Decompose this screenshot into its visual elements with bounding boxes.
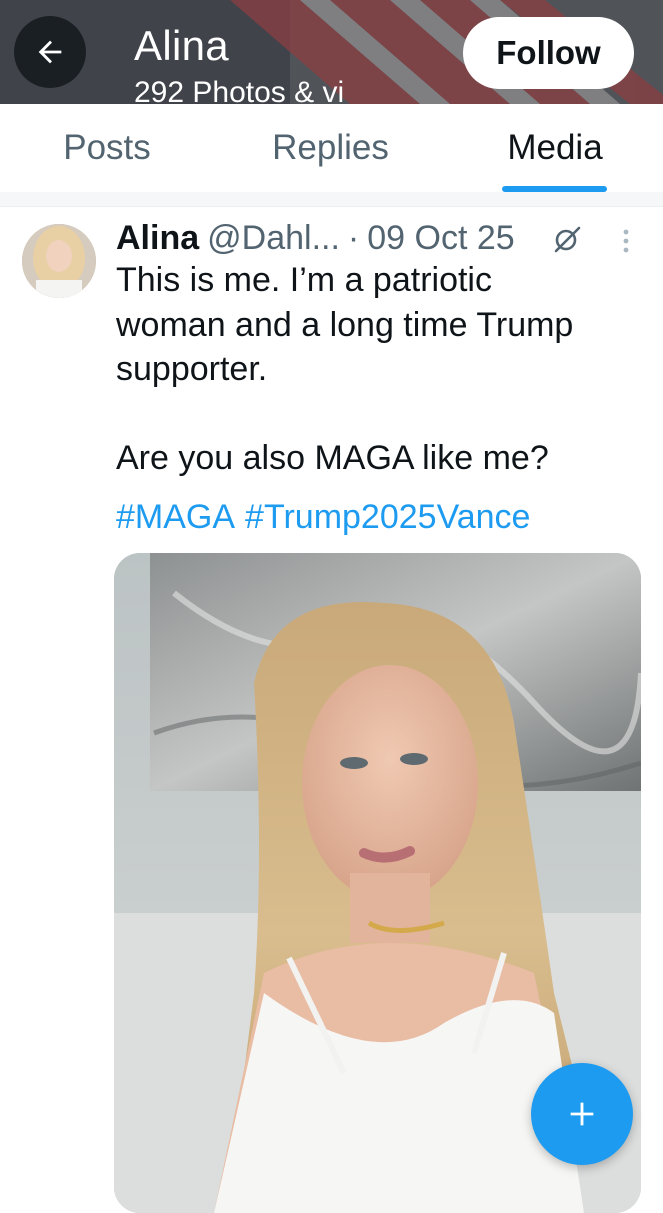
post-date[interactable]: 09 Oct 25 — [367, 219, 514, 258]
arrow-left-icon — [38, 40, 62, 64]
compose-button[interactable] — [531, 1063, 633, 1165]
profile-tabs: Posts Replies Media — [0, 104, 663, 193]
post-hashtags: #MAGA #Trump2025Vance — [116, 498, 540, 537]
post-text: This is me. I’m a patriotic woman and a … — [116, 261, 574, 477]
tab-posts[interactable]: Posts — [38, 104, 176, 192]
more-vertical-icon[interactable] — [616, 226, 636, 256]
post-author-name[interactable]: Alina — [116, 219, 199, 258]
hashtag-link[interactable]: #MAGA — [116, 498, 235, 536]
profile-name: Alina — [134, 22, 229, 69]
follow-button[interactable]: Follow — [463, 17, 634, 89]
profile-post-count: 292 Photos & vi — [134, 76, 345, 104]
plus-icon — [570, 1102, 594, 1126]
profile-header-banner: Alina 292 Photos & vi Follow — [0, 0, 663, 104]
back-button[interactable] — [14, 16, 86, 88]
section-divider — [0, 192, 663, 207]
hashtag-link[interactable]: #Trump2025Vance — [245, 498, 530, 536]
avatar-image — [22, 224, 96, 298]
post-separator: · — [347, 218, 360, 257]
tab-replies[interactable]: Replies — [253, 104, 408, 192]
post-header: Alina @Dahl... · 09 Oct 25 — [116, 216, 515, 260]
avatar[interactable] — [22, 224, 96, 298]
grok-slash-icon[interactable] — [552, 224, 582, 254]
tab-media[interactable]: Media — [490, 104, 620, 192]
post-author-handle[interactable]: @Dahl... — [207, 219, 340, 258]
